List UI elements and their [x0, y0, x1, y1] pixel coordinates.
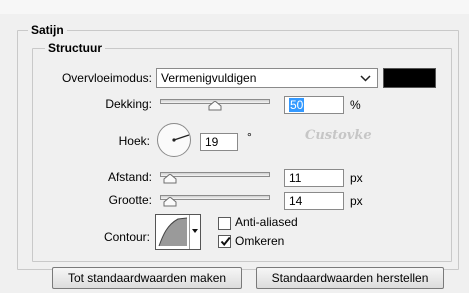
angle-input[interactable]: 19: [200, 133, 238, 151]
angle-label: Hoek:: [118, 134, 150, 148]
contour-label: Contour:: [103, 230, 150, 244]
angle-unit: °: [247, 130, 252, 144]
opacity-value: 50: [289, 98, 305, 112]
anti-aliased-checkbox[interactable]: [218, 217, 231, 230]
size-unit: px: [350, 194, 363, 208]
blend-mode-value: Vermenigvuldigen: [161, 71, 257, 85]
checkmark-icon: [220, 236, 231, 247]
invert-label: Omkeren: [235, 234, 285, 248]
satin-title: Satijn: [28, 23, 67, 37]
make-default-button[interactable]: Tot standaardwaarden maken: [52, 267, 242, 289]
opacity-unit: %: [350, 98, 361, 112]
opacity-label: Dekking:: [105, 97, 152, 111]
chevron-down-icon: [360, 75, 371, 82]
shadow-color-swatch[interactable]: [383, 68, 436, 88]
distance-unit: px: [350, 171, 363, 185]
caret-down-icon: [192, 229, 198, 233]
distance-slider-thumb[interactable]: [163, 174, 177, 184]
structure-title: Structuur: [45, 41, 105, 55]
opacity-slider-thumb[interactable]: [208, 101, 222, 111]
blend-mode-select[interactable]: Vermenigvuldigen: [156, 68, 378, 88]
watermark-logo: Custovke: [305, 128, 372, 143]
angle-value: 19: [205, 135, 219, 149]
angle-dial[interactable]: [156, 122, 192, 158]
opacity-input[interactable]: 50: [284, 96, 344, 114]
size-label: Grootte:: [108, 193, 152, 207]
reset-default-button[interactable]: Standaardwaarden herstellen: [256, 267, 444, 289]
contour-picker[interactable]: [155, 214, 201, 250]
size-slider-thumb[interactable]: [163, 197, 177, 207]
size-value: 14: [289, 194, 303, 208]
distance-value: 11: [289, 171, 302, 185]
anti-aliased-label: Anti-aliased: [235, 215, 298, 229]
invert-checkbox[interactable]: [218, 235, 231, 248]
size-input[interactable]: 14: [284, 192, 344, 210]
distance-input[interactable]: 11: [284, 169, 344, 187]
top-strip: [0, 0, 469, 14]
blend-mode-label: Overvloeimodus:: [61, 71, 152, 85]
distance-label: Afstand:: [107, 170, 152, 184]
contour-curve-icon: [158, 217, 188, 247]
